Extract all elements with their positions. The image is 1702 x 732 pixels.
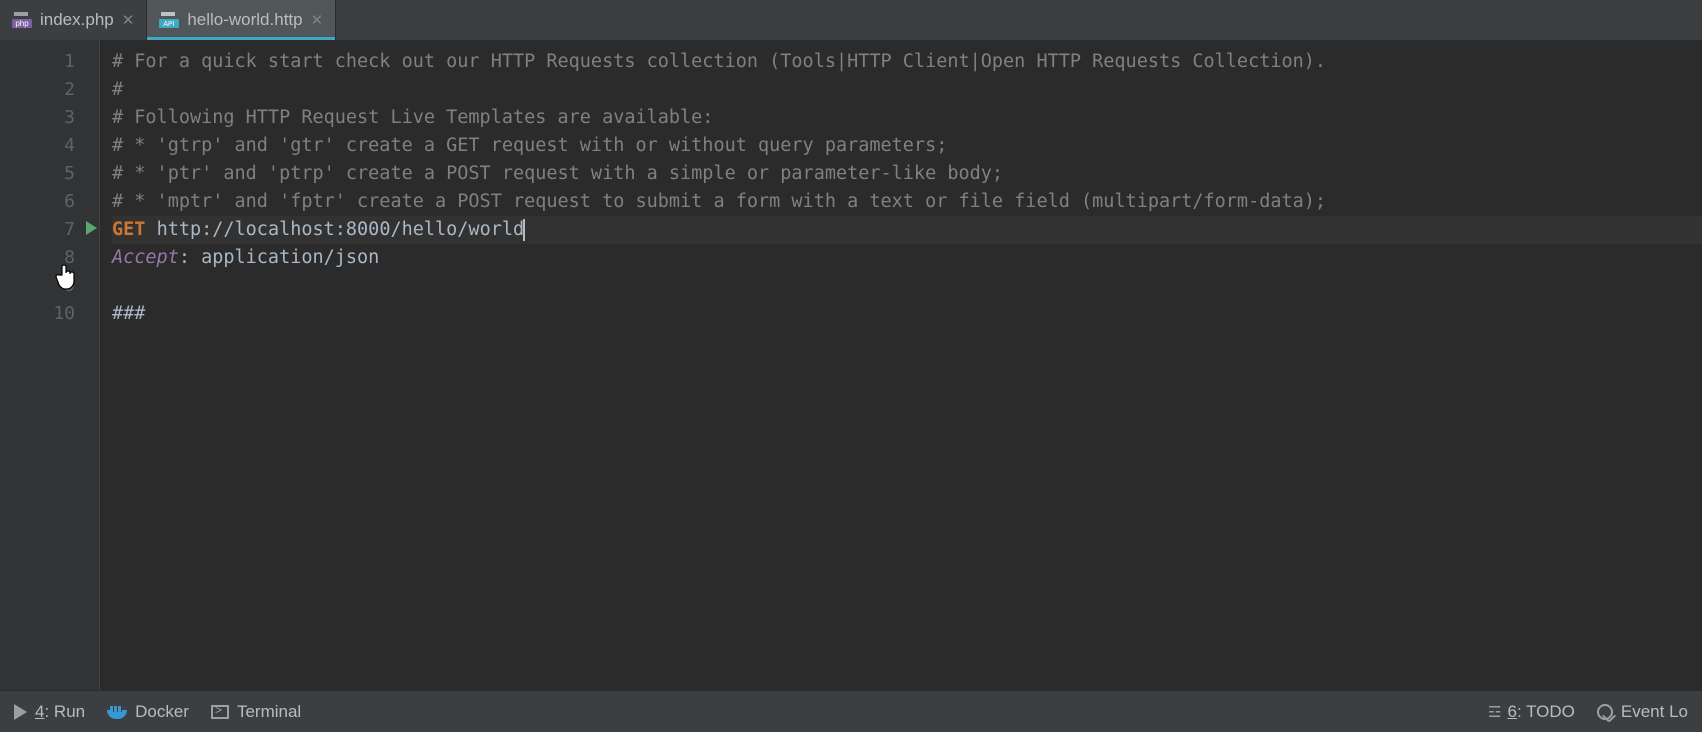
- close-icon[interactable]: ✕: [122, 13, 135, 28]
- intention-bulb-icon[interactable]: [140, 191, 158, 209]
- run-request-icon[interactable]: [86, 221, 97, 235]
- svg-text:API: API: [164, 21, 175, 28]
- php-file-icon: php: [12, 12, 32, 28]
- code-line[interactable]: Accept: application/json: [112, 244, 1702, 272]
- tab-label: hello-world.http: [187, 10, 302, 30]
- svg-text:php: php: [15, 19, 29, 28]
- docker-tool-window-button[interactable]: Docker: [107, 702, 189, 722]
- line-number: 9: [0, 272, 99, 300]
- line-number: 5: [0, 160, 99, 188]
- code-line[interactable]: # * 'gtrp' and 'gtr' create a GET reques…: [112, 132, 1702, 160]
- code-line[interactable]: [112, 272, 1702, 300]
- tab-label: index.php: [40, 10, 114, 30]
- line-number: 3: [0, 104, 99, 132]
- code-line[interactable]: # For a quick start check out our HTTP R…: [112, 48, 1702, 76]
- terminal-icon: [211, 705, 229, 719]
- terminal-tool-window-button[interactable]: Terminal: [211, 702, 301, 722]
- code-line[interactable]: GET http://localhost:8000/hello/world: [112, 216, 1702, 244]
- tab-hello-world-http[interactable]: API hello-world.http ✕: [147, 0, 336, 40]
- line-number: 8: [0, 244, 99, 272]
- line-number: 6: [0, 188, 99, 216]
- line-number: 2: [0, 76, 99, 104]
- code-line[interactable]: #: [112, 76, 1702, 104]
- line-number-gutter: 12345678910: [0, 40, 100, 690]
- line-number: 4: [0, 132, 99, 160]
- play-icon: [14, 704, 27, 720]
- line-number: 10: [0, 300, 99, 328]
- caret: [523, 219, 525, 241]
- close-icon[interactable]: ✕: [311, 13, 324, 28]
- line-number: 1: [0, 48, 99, 76]
- code-line[interactable]: # * 'mptr' and 'fptr' create a POST requ…: [112, 188, 1702, 216]
- code-line[interactable]: # Following HTTP Request Live Templates …: [112, 104, 1702, 132]
- balloon-icon: [1597, 704, 1613, 720]
- line-number: 7: [0, 216, 99, 244]
- editor: 12345678910 # For a quick start check ou…: [0, 40, 1702, 690]
- todo-tool-window-button[interactable]: ☲ 6: TODO: [1488, 702, 1575, 722]
- code-line[interactable]: # * 'ptr' and 'ptrp' create a POST reque…: [112, 160, 1702, 188]
- docker-icon: [107, 705, 127, 719]
- code-area[interactable]: # For a quick start check out our HTTP R…: [100, 40, 1702, 690]
- event-log-button[interactable]: Event Lo: [1597, 702, 1688, 722]
- editor-tab-bar: php index.php ✕ API hello-world.http ✕: [0, 0, 1702, 40]
- list-icon: ☲: [1488, 703, 1499, 721]
- status-bar: 4: Run Docker Terminal ☲ 6: TODO Event L…: [0, 690, 1702, 732]
- run-tool-window-button[interactable]: 4: Run: [14, 702, 85, 722]
- tab-index-php[interactable]: php index.php ✕: [0, 0, 147, 40]
- api-file-icon: API: [159, 12, 179, 28]
- code-line[interactable]: ###: [112, 300, 1702, 328]
